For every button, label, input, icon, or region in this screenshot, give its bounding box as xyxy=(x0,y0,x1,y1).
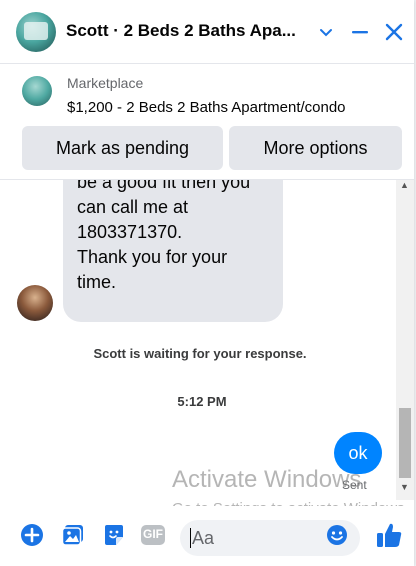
sender-avatar[interactable] xyxy=(17,285,53,321)
close-icon[interactable] xyxy=(380,16,408,48)
photo-icon[interactable] xyxy=(60,522,86,548)
thumbs-up-icon[interactable] xyxy=(374,520,404,550)
message-thread: be a good fit then you can call me at 18… xyxy=(0,180,414,500)
more-options-button[interactable]: More options xyxy=(229,126,402,170)
chevron-down-icon[interactable] xyxy=(312,16,340,48)
text-cursor xyxy=(190,528,191,548)
scroll-thumb[interactable] xyxy=(399,408,411,478)
message-input[interactable] xyxy=(192,520,322,556)
scroll-down-arrow-icon[interactable]: ▼ xyxy=(400,482,409,492)
chat-window: Scott · 2 Beds 2 Baths Apa... Marketplac… xyxy=(0,0,414,566)
chat-header: Scott · 2 Beds 2 Baths Apa... xyxy=(0,0,414,64)
listing-thumbnail[interactable] xyxy=(22,76,52,106)
listing-source-label: Marketplace xyxy=(67,75,144,91)
conversation-title[interactable]: Scott · 2 Beds 2 Baths Apa... xyxy=(66,21,306,41)
marketplace-listing: Marketplace $1,200 - 2 Beds 2 Baths Apar… xyxy=(0,64,414,180)
gif-label: GIF xyxy=(143,527,163,541)
sticker-icon[interactable] xyxy=(101,522,127,548)
message-line: 1803371370. xyxy=(77,222,183,242)
add-more-icon[interactable] xyxy=(19,522,45,548)
gif-icon[interactable]: GIF xyxy=(140,522,166,548)
message-line: can call me at xyxy=(77,197,189,217)
activate-windows-title: Activate Windows xyxy=(172,466,362,493)
conversation-avatar[interactable] xyxy=(16,12,56,52)
message-scrollbar[interactable]: ▲ ▼ xyxy=(396,180,414,500)
scroll-up-arrow-icon[interactable]: ▲ xyxy=(400,180,409,190)
mark-as-pending-button[interactable]: Mark as pending xyxy=(22,126,223,170)
emoji-icon[interactable] xyxy=(326,524,348,546)
waiting-status: Scott is waiting for your response. xyxy=(93,346,307,361)
message-timestamp: 5:12 PM xyxy=(177,394,227,409)
minimize-icon[interactable] xyxy=(346,16,374,48)
message-composer: GIF xyxy=(0,506,414,566)
message-line: be a good fit then you xyxy=(77,180,251,192)
listing-title[interactable]: $1,200 - 2 Beds 2 Baths Apartment/condo xyxy=(67,99,346,116)
incoming-message-bubble: be a good fit then you can call me at 18… xyxy=(63,180,283,322)
message-line: time. xyxy=(77,272,117,292)
message-line: Thank you for your xyxy=(77,247,228,267)
